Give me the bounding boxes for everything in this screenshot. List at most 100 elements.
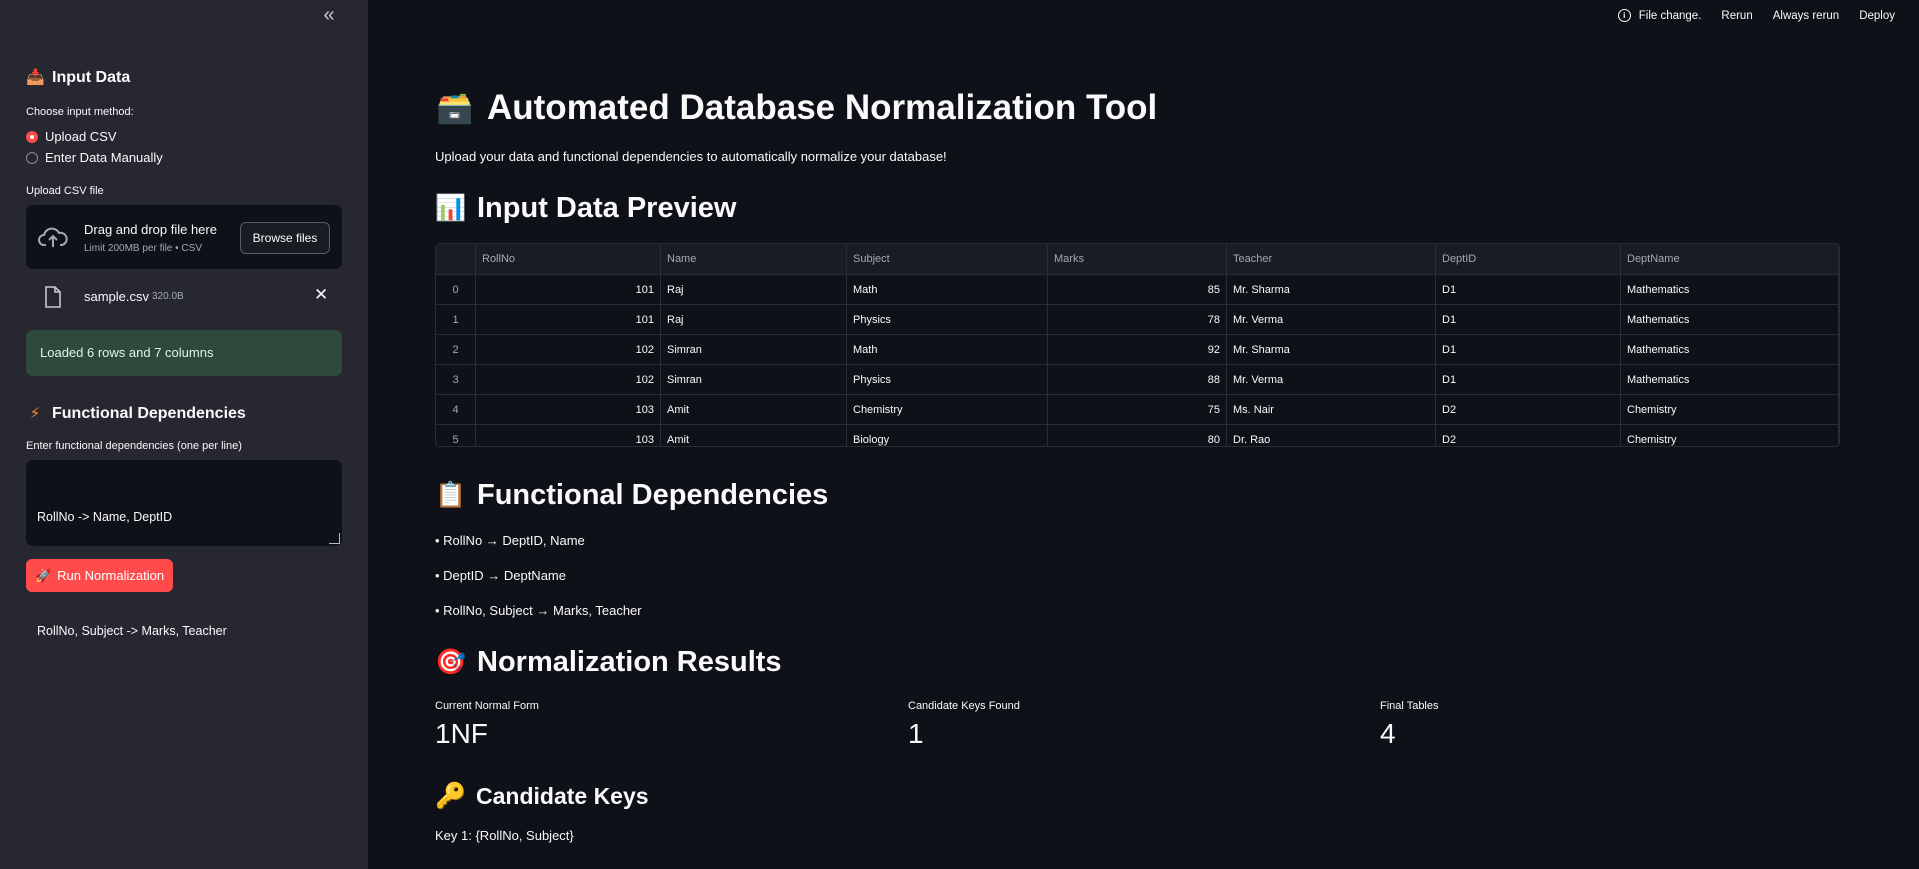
table-cell[interactable]: 101 [475, 304, 661, 335]
table-cell[interactable]: 75 [1047, 394, 1227, 425]
column-header[interactable]: DeptName [1620, 244, 1839, 275]
table-cell[interactable]: Amit [660, 394, 847, 425]
table-cell[interactable]: 102 [475, 364, 661, 395]
table-cell[interactable]: 78 [1047, 304, 1227, 335]
radio-indicator[interactable] [26, 151, 38, 164]
table-cell[interactable]: Mr. Sharma [1226, 274, 1436, 305]
fd-textarea[interactable]: RollNo -> Name, DeptID DeptID -> DeptNam… [26, 460, 342, 638]
table-cell[interactable]: Simran [660, 334, 847, 365]
page-subtitle: Upload your data and functional dependen… [435, 149, 947, 164]
table-cell[interactable]: D2 [1435, 424, 1621, 446]
table-cell[interactable]: Chemistry [1620, 424, 1839, 446]
resize-handle[interactable] [329, 533, 340, 544]
cloud-upload-icon [38, 227, 68, 247]
table-cell[interactable]: Math [846, 274, 1048, 305]
lightning-icon: ⚡ [29, 405, 41, 422]
inbox-tray-icon: 📥 [26, 69, 45, 86]
table-cell[interactable]: 102 [475, 334, 661, 365]
fd-item: • DeptID → DeptName [435, 568, 566, 583]
table-cell[interactable]: Dr. Rao [1226, 424, 1436, 446]
table-cell[interactable]: Mr. Sharma [1226, 334, 1436, 365]
table-cell[interactable]: 101 [475, 274, 661, 305]
metric-final-tables: Final Tables 4 [1380, 700, 1439, 749]
card-file-box-icon: 🗃️ [436, 91, 474, 125]
table-cell[interactable]: Chemistry [846, 394, 1048, 425]
fd-sidebar-heading: ⚡ Functional Dependencies [26, 405, 246, 423]
table-cell[interactable]: D1 [1435, 364, 1621, 395]
row-index: 3 [436, 364, 476, 395]
row-index: 1 [436, 304, 476, 335]
table-cell[interactable]: Simran [660, 364, 847, 395]
table-cell[interactable]: D1 [1435, 334, 1621, 365]
fd-input-label: Enter functional dependencies (one per l… [26, 440, 242, 452]
uploaded-file: sample.csv 320.0B ✕ [44, 285, 344, 308]
table-cell[interactable]: Raj [660, 304, 847, 335]
radio-enter-manually[interactable]: Enter Data Manually [26, 150, 163, 165]
rocket-icon: 🚀 [34, 567, 52, 583]
candidate-key-item: Key 1: {RollNo, Subject} [435, 828, 574, 843]
run-normalization-button[interactable]: 🚀 Run Normalization [26, 559, 173, 592]
table-cell[interactable]: 92 [1047, 334, 1227, 365]
radio-selected-indicator[interactable] [26, 130, 38, 143]
info-icon: i [1617, 9, 1631, 22]
file-name: sample.csv [84, 289, 150, 304]
table-cell[interactable]: D2 [1435, 394, 1621, 425]
table-cell[interactable]: Mr. Verma [1226, 364, 1436, 395]
results-heading: 🎯 Normalization Results [435, 646, 782, 678]
table-header-row: RollNo Name Subject Marks Teacher DeptID… [436, 244, 1839, 275]
row-index: 2 [436, 334, 476, 365]
fd-item: • RollNo, Subject → Marks, Teacher [435, 603, 642, 618]
input-method-label: Choose input method: [26, 106, 134, 118]
table-cell[interactable]: Mathematics [1620, 364, 1839, 395]
table-row: 2 102 Simran Math 92 Mr. Sharma D1 Mathe… [436, 334, 1839, 365]
deploy-button[interactable]: Deploy [1859, 10, 1895, 22]
table-cell[interactable]: Physics [846, 364, 1048, 395]
data-table[interactable]: RollNo Name Subject Marks Teacher DeptID… [435, 243, 1840, 447]
table-cell[interactable]: Mathematics [1620, 274, 1839, 305]
column-header[interactable]: Name [660, 244, 847, 275]
table-cell[interactable]: Raj [660, 274, 847, 305]
table-cell[interactable]: Mr. Verma [1226, 304, 1436, 335]
collapse-sidebar-icon[interactable]: « [319, 5, 339, 26]
rerun-button[interactable]: Rerun [1721, 10, 1752, 22]
target-icon: 🎯 [435, 648, 467, 676]
row-index: 4 [436, 394, 476, 425]
table-cell[interactable]: Biology [846, 424, 1048, 446]
column-header[interactable]: Marks [1047, 244, 1227, 275]
fd-item: • RollNo → DeptID, Name [435, 533, 585, 548]
table-cell[interactable]: 85 [1047, 274, 1227, 305]
row-index: 0 [436, 274, 476, 305]
column-header[interactable]: Subject [846, 244, 1048, 275]
page-title: 🗃️ Automated Database Normalization Tool [436, 88, 1158, 127]
table-cell[interactable]: Amit [660, 424, 847, 446]
sidebar: « 📥 Input Data Choose input method: Uplo… [0, 0, 368, 869]
preview-heading: 📊 Input Data Preview [435, 192, 737, 224]
table-cell[interactable]: 80 [1047, 424, 1227, 446]
file-dropzone[interactable]: Drag and drop file here Limit 200MB per … [26, 205, 342, 269]
key-icon: 🔑 [435, 781, 467, 810]
table-cell[interactable]: Math [846, 334, 1048, 365]
table-cell[interactable]: 103 [475, 424, 661, 446]
table-cell[interactable]: 88 [1047, 364, 1227, 395]
radio-upload-csv[interactable]: Upload CSV [26, 129, 117, 144]
table-cell[interactable]: 103 [475, 394, 661, 425]
column-header-index[interactable] [436, 244, 476, 275]
table-cell[interactable]: Physics [846, 304, 1048, 335]
table-cell[interactable]: Mathematics [1620, 334, 1839, 365]
candidate-keys-heading: 🔑 Candidate Keys [435, 780, 648, 812]
metric-normal-form: Current Normal Form 1NF [435, 700, 539, 749]
table-row: 1 101 Raj Physics 78 Mr. Verma D1 Mathem… [436, 304, 1839, 335]
remove-file-icon[interactable]: ✕ [314, 285, 328, 305]
table-cell[interactable]: Chemistry [1620, 394, 1839, 425]
table-cell[interactable]: D1 [1435, 274, 1621, 305]
column-header[interactable]: Teacher [1226, 244, 1436, 275]
table-cell[interactable]: D1 [1435, 304, 1621, 335]
always-rerun-button[interactable]: Always rerun [1773, 10, 1839, 22]
column-header[interactable]: DeptID [1435, 244, 1621, 275]
browse-files-button[interactable]: Browse files [240, 222, 330, 254]
table-cell[interactable]: Ms. Nair [1226, 394, 1436, 425]
clipboard-icon: 📋 [435, 481, 467, 509]
bar-chart-icon: 📊 [435, 194, 467, 222]
column-header[interactable]: RollNo [475, 244, 661, 275]
table-cell[interactable]: Mathematics [1620, 304, 1839, 335]
